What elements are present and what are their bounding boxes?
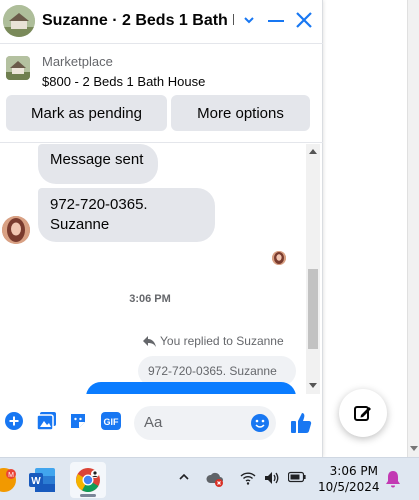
clock-time: 3:06 PM bbox=[329, 464, 378, 478]
notification-bell-icon[interactable] bbox=[385, 470, 401, 488]
chevron-down-icon[interactable] bbox=[243, 14, 255, 26]
message-scrollbar[interactable] bbox=[306, 144, 320, 394]
listing-banner: Marketplace $800 - 2 Beds 1 Bath House M… bbox=[0, 45, 323, 143]
gmail-icon: M bbox=[0, 468, 16, 492]
message-bubble-incoming: Message sent bbox=[38, 144, 158, 184]
message-list: Message sent 972-720-0365. Suzanne 3:06 … bbox=[0, 144, 306, 394]
thumbs-up-icon[interactable] bbox=[290, 412, 312, 434]
scroll-down-icon[interactable] bbox=[410, 446, 418, 451]
message-bubble-incoming: 972-720-0365. Suzanne bbox=[38, 188, 215, 242]
taskbar-clock[interactable]: 3:06 PM 10/5/2024 bbox=[318, 463, 380, 495]
reply-icon bbox=[143, 335, 156, 347]
more-options-button[interactable]: More options bbox=[171, 95, 310, 131]
chevron-up-icon[interactable] bbox=[178, 471, 190, 483]
scroll-up-icon[interactable] bbox=[309, 149, 317, 154]
gif-icon[interactable]: GIF bbox=[101, 412, 121, 430]
sender-avatar[interactable] bbox=[2, 216, 30, 244]
chat-window: Suzanne · 2 Beds 1 Bath H... Marketplace… bbox=[0, 0, 323, 457]
compose-icon bbox=[354, 406, 371, 421]
cloud-sync-error-icon[interactable] bbox=[206, 471, 224, 487]
word-icon: W bbox=[29, 468, 55, 492]
active-app-indicator bbox=[80, 494, 96, 497]
svg-text:W: W bbox=[31, 476, 41, 487]
message-timestamp: 3:06 PM bbox=[129, 293, 171, 305]
photo-icon[interactable] bbox=[37, 412, 56, 430]
replied-note-text: You replied to Suzanne bbox=[160, 334, 284, 348]
page-background bbox=[323, 0, 419, 457]
wifi-icon[interactable] bbox=[240, 471, 256, 485]
taskbar-app-chrome[interactable] bbox=[70, 462, 106, 498]
listing-thumbnail[interactable] bbox=[6, 56, 30, 80]
sticker-icon[interactable] bbox=[69, 412, 87, 430]
scroll-down-icon[interactable] bbox=[309, 383, 317, 388]
mark-pending-button[interactable]: Mark as pending bbox=[6, 95, 167, 131]
taskbar-app-word[interactable]: W bbox=[24, 462, 60, 498]
listing-source: Marketplace bbox=[42, 54, 113, 69]
svg-text:GIF: GIF bbox=[104, 417, 120, 427]
taskbar: M W 3:06 PM 10/5/2024 bbox=[0, 457, 419, 500]
taskbar-app-gmail[interactable]: M bbox=[0, 462, 22, 498]
battery-icon[interactable] bbox=[288, 471, 306, 483]
plus-circle-icon[interactable] bbox=[5, 412, 23, 430]
seen-avatar bbox=[272, 251, 286, 265]
chrome-icon bbox=[76, 468, 100, 493]
new-message-button[interactable] bbox=[339, 389, 387, 437]
message-bubble-outgoing bbox=[86, 382, 296, 394]
emoji-icon[interactable] bbox=[250, 413, 270, 433]
chat-header[interactable]: Suzanne · 2 Beds 1 Bath H... bbox=[0, 0, 323, 44]
volume-icon[interactable] bbox=[264, 471, 280, 485]
listing-avatar[interactable] bbox=[3, 5, 35, 37]
minimize-icon[interactable] bbox=[268, 20, 284, 22]
chat-title[interactable]: Suzanne · 2 Beds 1 Bath H... bbox=[42, 12, 234, 30]
clock-date: 10/5/2024 bbox=[318, 480, 380, 494]
scrollbar-thumb[interactable] bbox=[308, 269, 318, 349]
close-icon[interactable] bbox=[295, 11, 313, 29]
replied-note: You replied to Suzanne bbox=[143, 334, 284, 348]
composer: GIF Aa bbox=[0, 396, 323, 457]
page-scrollbar[interactable] bbox=[407, 0, 419, 457]
svg-text:M: M bbox=[8, 472, 14, 479]
listing-title[interactable]: $800 - 2 Beds 1 Bath House bbox=[42, 74, 205, 89]
